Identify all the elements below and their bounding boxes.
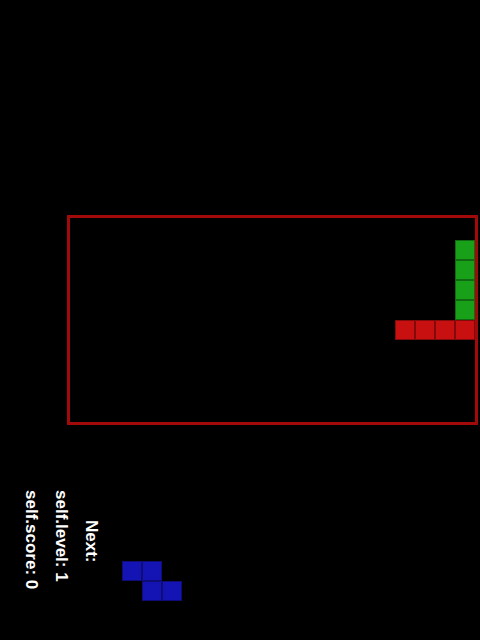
block-cell (415, 320, 435, 340)
info-panel: self.score: 0 self.level: 1 Next: (22, 490, 480, 601)
game-board (67, 215, 478, 425)
block-cell (455, 240, 475, 260)
next-label: Next: (82, 520, 100, 563)
block-cell (455, 300, 475, 320)
block-cell (395, 320, 415, 340)
block-cell (455, 280, 475, 300)
next-piece-cell (162, 581, 182, 601)
game-screen: self.score: 0 self.level: 1 Next: (0, 0, 480, 640)
block-cell (435, 320, 455, 340)
stat-label: self.level: 1 (52, 490, 70, 582)
board-grid (75, 220, 475, 420)
next-piece-cell (142, 581, 162, 601)
next-piece (122, 561, 182, 601)
next-piece-cell (122, 561, 142, 581)
stat-label: self.score: 0 (22, 490, 40, 589)
next-piece-cell (142, 561, 162, 581)
block-cell (455, 260, 475, 280)
block-cell (455, 320, 475, 340)
